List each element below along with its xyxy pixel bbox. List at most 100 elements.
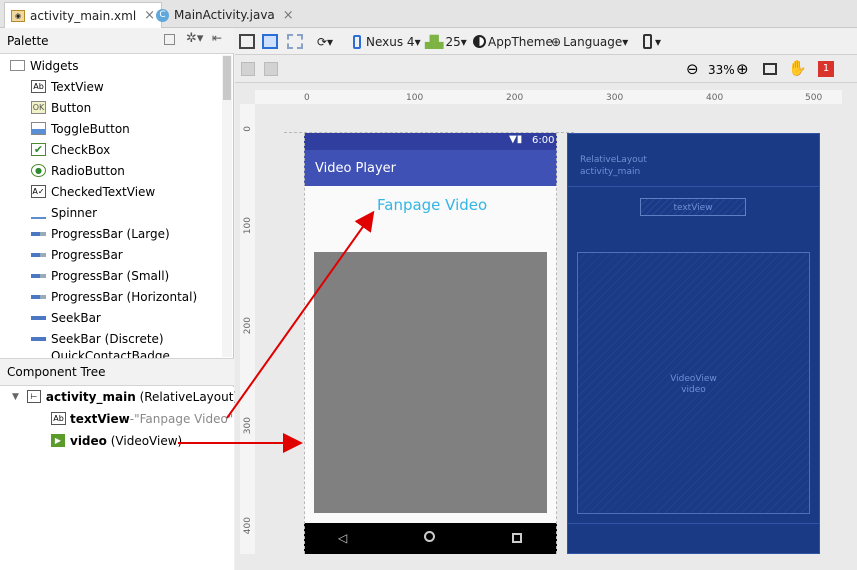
tab-activity-main-xml[interactable]: ◉ activity_main.xml ×	[4, 2, 163, 28]
palette-item-clipped[interactable]: QuickContactBadge	[31, 349, 221, 358]
zoom-to-fit-icon[interactable]	[763, 63, 777, 75]
restore-icon[interactable]	[164, 34, 175, 45]
palette-scrollbar[interactable]	[222, 55, 232, 357]
wifi-battery-icon: ▼▮	[509, 134, 523, 145]
palette-header: Palette ✲▾ ⇤	[0, 28, 234, 54]
blueprint-videoview-type: VideoView	[670, 374, 717, 384]
tab-mainactivity-java[interactable]: C MainActivity.java ×	[150, 2, 300, 28]
palette-item[interactable]: ProgressBar (Large)	[31, 223, 170, 244]
theme-icon	[473, 35, 486, 48]
palette-item[interactable]: ● RadioButton	[31, 160, 125, 181]
palette-scrollbar-thumb[interactable]	[223, 56, 231, 100]
language-label: Language	[563, 34, 623, 49]
layout-toolbar: ⟳▾ Nexus 4 ▾ ▟▙ 25 ▾ AppTheme ⊕ Language ▾ …	[235, 28, 857, 55]
palette-item-label: CheckedTextView	[51, 184, 156, 199]
palette-item[interactable]: Ab TextView	[31, 76, 104, 97]
palette-item-label: ProgressBar (Large)	[51, 226, 170, 241]
palette-item[interactable]: ProgressBar (Small)	[31, 265, 169, 286]
palette-item-label: SeekBar (Discrete)	[51, 331, 164, 346]
progressbar-icon	[31, 231, 46, 236]
pan-hand-icon[interactable]: ✋	[788, 59, 807, 77]
tree-item-textview[interactable]: Ab textView - "Fanpage Video"	[51, 408, 233, 429]
hide-panel-icon[interactable]: ⇤	[212, 31, 222, 45]
globe-icon: ⊕	[551, 34, 562, 49]
close-icon[interactable]: ×	[283, 8, 294, 23]
palette-item-label: TextView	[51, 79, 104, 94]
error-count-badge[interactable]: 1	[818, 61, 834, 77]
palette-item[interactable]: SeekBar (Discrete)	[31, 328, 164, 349]
togglebutton-icon	[31, 122, 46, 135]
theme-label: AppTheme	[488, 34, 553, 49]
preview-videoview[interactable]	[314, 252, 547, 513]
button-icon: OK	[31, 101, 46, 114]
expand-arrow-icon[interactable]: ▼	[12, 392, 19, 402]
ruler-tick: 0	[243, 126, 253, 132]
blueprint-view-icon[interactable]	[262, 32, 278, 51]
ruler-tick: 100	[243, 217, 253, 235]
zoom-level: 33%	[708, 63, 735, 77]
split-view-icon[interactable]	[287, 32, 303, 51]
home-icon	[424, 531, 435, 542]
blueprint-videoview[interactable]: VideoView video	[577, 252, 810, 514]
language-selector[interactable]: ⊕ Language ▾	[551, 32, 628, 51]
zoom-out-icon[interactable]: ⊖	[686, 60, 699, 78]
category-label: Widgets	[30, 58, 79, 73]
preview-textview[interactable]: Fanpage Video	[377, 196, 487, 214]
tree-item-video[interactable]: ▶ video (VideoView)	[51, 430, 182, 451]
gear-icon[interactable]: ✲▾	[186, 31, 203, 46]
progressbar-icon	[31, 252, 46, 257]
ruler-tick: 500	[805, 93, 823, 103]
status-time: 6:00	[532, 135, 555, 146]
tab-label: activity_main.xml	[30, 8, 137, 23]
palette-item[interactable]: ToggleButton	[31, 118, 130, 139]
tree-item-activity-main[interactable]: ▼ ⊢ activity_main (RelativeLayout)	[12, 386, 238, 407]
design-view-icon[interactable]	[239, 32, 255, 51]
palette-item[interactable]: ProgressBar (Horizontal)	[31, 286, 197, 307]
blueprint-textview[interactable]: textView	[640, 198, 746, 216]
palette-category-widgets[interactable]: Widgets	[10, 55, 79, 76]
palette-item-label: QuickContactBadge	[51, 349, 170, 358]
textview-icon: Ab	[51, 412, 66, 425]
tree-item-name: textView	[70, 411, 130, 426]
theme-selector[interactable]: AppTheme	[473, 32, 553, 51]
api-level-selector[interactable]: ▟▙ 25 ▾	[425, 32, 467, 51]
palette-item[interactable]: ✔ CheckBox	[31, 139, 110, 160]
recents-icon	[512, 533, 522, 543]
spinner-icon	[31, 206, 46, 219]
ruler-tick: 400	[706, 93, 724, 103]
zoom-in-icon[interactable]: ⊕	[736, 60, 749, 78]
orientation-icon[interactable]: ⟳▾	[317, 32, 333, 51]
vertical-resize-icon[interactable]	[264, 62, 278, 76]
progressbar-icon	[31, 294, 46, 299]
horizontal-resize-icon[interactable]	[241, 62, 255, 76]
palette-item[interactable]: Spinner	[31, 202, 97, 223]
palette-item[interactable]: ProgressBar	[31, 244, 123, 265]
palette-item[interactable]: A✓ CheckedTextView	[31, 181, 155, 202]
palette-item-label: CheckBox	[51, 142, 111, 157]
device-frame-selector[interactable]: ▾	[643, 32, 661, 51]
palette-title: Palette	[7, 33, 49, 48]
blueprint-divider	[568, 523, 819, 524]
palette-item[interactable]: OK Button	[31, 97, 91, 118]
blueprint-videoview-id: video	[681, 385, 706, 395]
tree-item-type: (RelativeLayout)	[139, 389, 239, 404]
blueprint-layout-id: activity_main	[580, 167, 641, 177]
palette-item-label: ProgressBar	[51, 247, 123, 262]
palette-item[interactable]: SeekBar	[31, 307, 101, 328]
blueprint-textview-label: textView	[673, 203, 713, 213]
ruler-tick: 0	[304, 93, 310, 103]
canvas-toolbar: ⊖ 33% ⊕ ✋ 1	[235, 55, 857, 83]
tree-item-detail: "Fanpage Video"	[134, 411, 234, 426]
palette-item-label: Button	[51, 100, 92, 115]
tree-item-name: activity_main	[45, 389, 136, 404]
editor-tab-bar: ◉ activity_main.xml × C MainActivity.jav…	[0, 0, 857, 28]
blueprint-preview[interactable]: RelativeLayout activity_main textView Vi…	[567, 133, 820, 554]
blueprint-layout-type: RelativeLayout	[580, 155, 647, 165]
status-bar: ▼▮ 6:00	[304, 133, 557, 150]
device-label: Nexus 4	[366, 34, 415, 49]
palette-item-label: RadioButton	[51, 163, 125, 178]
checkedtextview-icon: A✓	[31, 185, 46, 198]
tab-label: MainActivity.java	[174, 8, 275, 22]
device-selector[interactable]: Nexus 4 ▾	[353, 32, 421, 51]
ruler-tick: 400	[243, 517, 253, 535]
